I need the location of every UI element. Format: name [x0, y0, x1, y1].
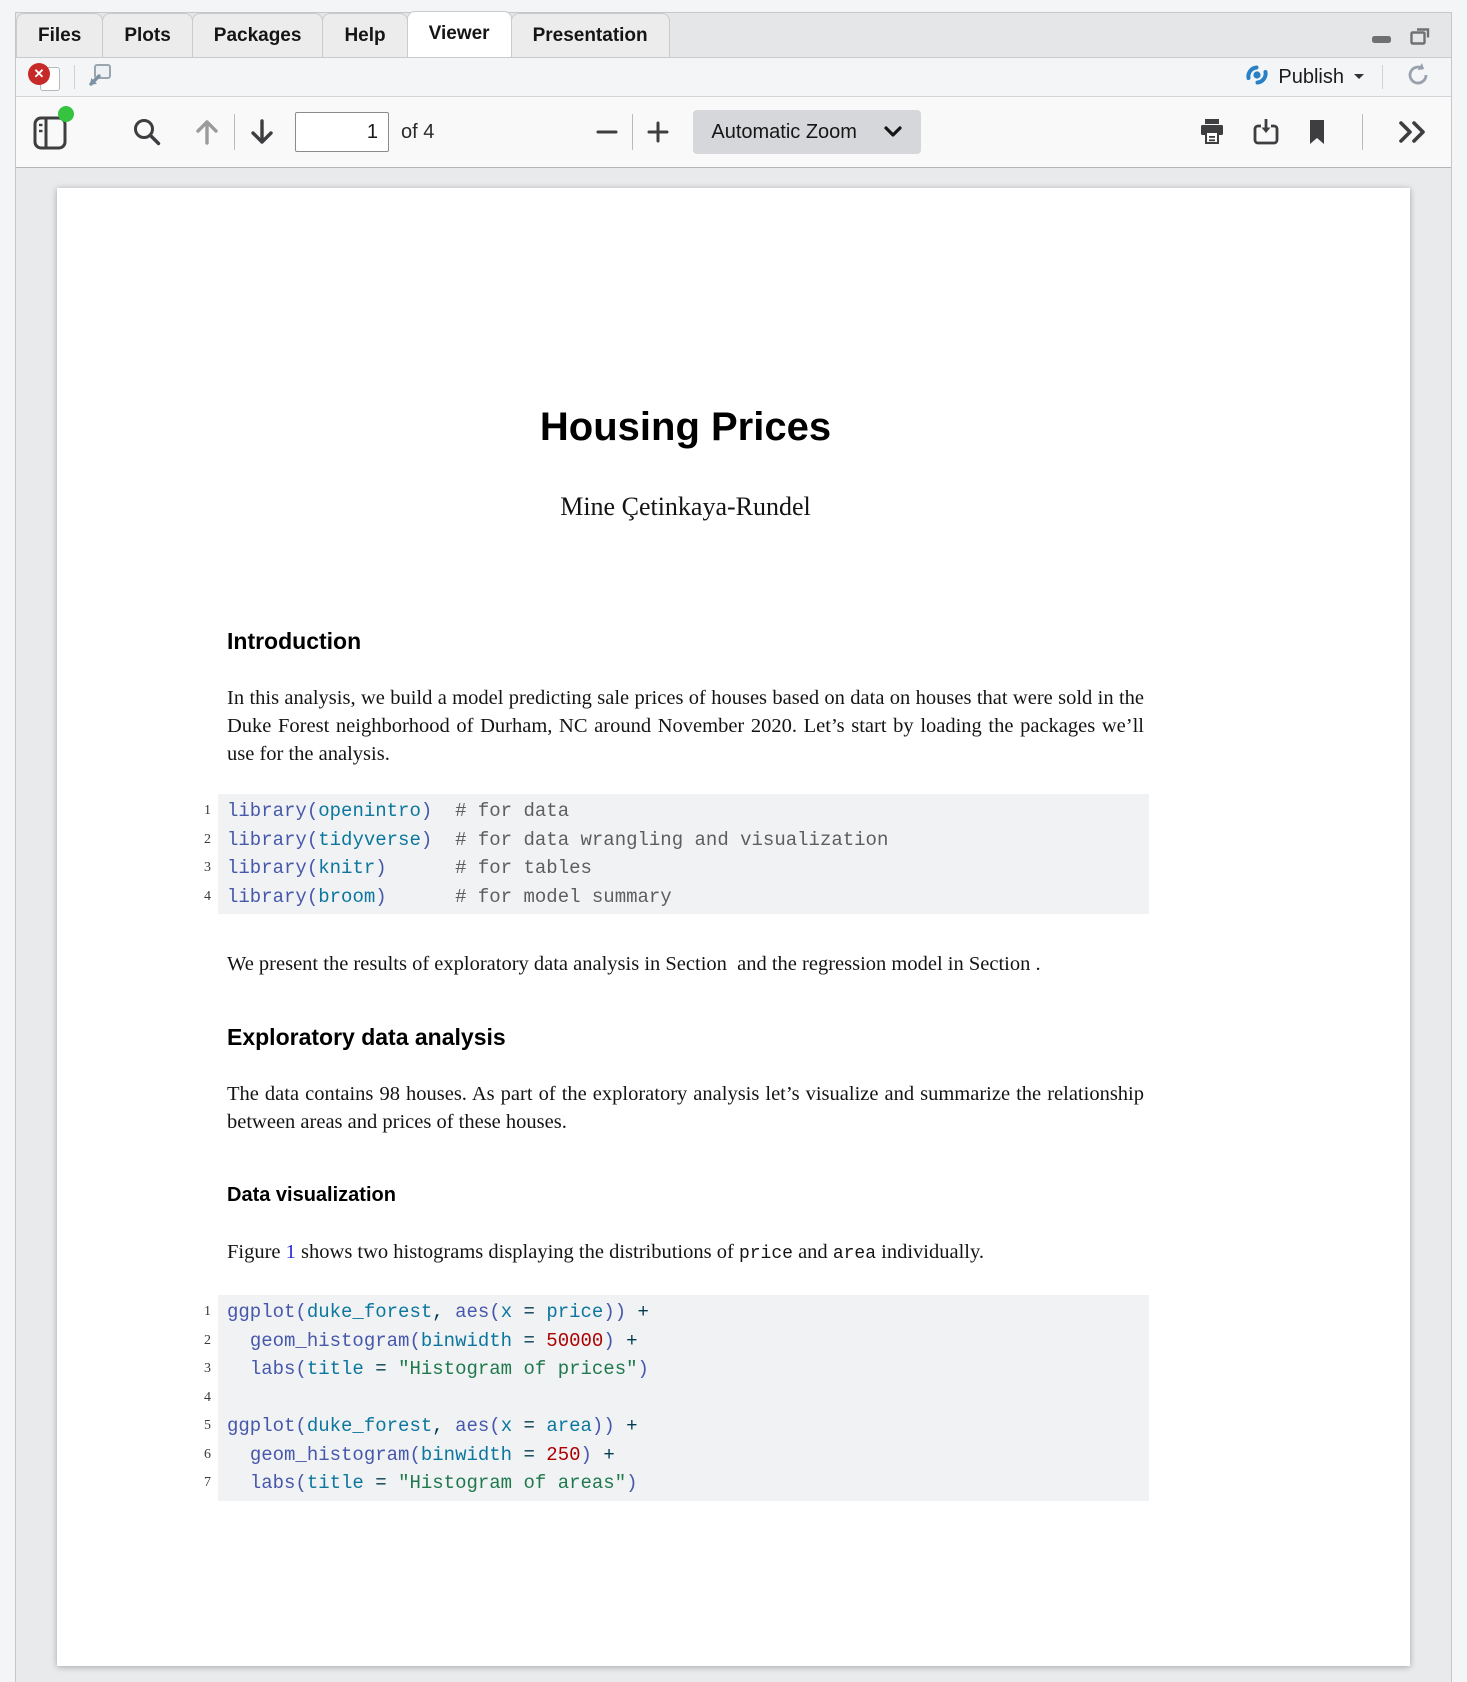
next-page-button[interactable]: [245, 115, 279, 149]
close-icon: ✕: [28, 63, 50, 85]
toolbar-separator: [1382, 65, 1383, 89]
code-line: 6 geom_histogram(binwidth = 250) +: [227, 1441, 1149, 1470]
toolbar-separator: [74, 65, 75, 89]
pdf-viewport[interactable]: Housing Prices Mine Çetinkaya-Rundel Int…: [16, 168, 1451, 1682]
code-line: 3library(knitr) # for tables: [227, 854, 1149, 883]
popout-button[interactable]: [85, 62, 113, 93]
zoom-in-button[interactable]: [643, 117, 673, 147]
tab-files[interactable]: Files: [16, 13, 103, 57]
code-line: 3 labs(title = "Histogram of prices"): [227, 1355, 1149, 1384]
code-block-ggplot: 1ggplot(duke_forest, aes(x = price)) +2 …: [218, 1295, 1149, 1501]
publish-dropdown-chevron-icon[interactable]: [1352, 68, 1366, 86]
maximize-icon[interactable]: [1408, 26, 1433, 45]
search-icon: [130, 115, 164, 149]
code-line-number: 4: [177, 883, 211, 912]
code-line: 4library(broom) # for model summary: [227, 883, 1149, 912]
tab-presentation[interactable]: Presentation: [511, 13, 670, 57]
section-heading-eda: Exploratory data analysis: [227, 1022, 1144, 1052]
toolbar-separator: [234, 114, 235, 150]
refresh-button[interactable]: [1403, 60, 1433, 95]
code-line-number: 7: [177, 1469, 211, 1498]
document-title: Housing Prices: [227, 403, 1144, 451]
minimize-icon[interactable]: [1369, 26, 1394, 45]
popout-icon: [85, 62, 113, 93]
code-block-libraries: 1library(openintro) # for data2library(t…: [218, 794, 1149, 914]
zoom-in-icon: [643, 117, 673, 147]
pdf-toolbar: of 4 Automatic Zoom: [16, 97, 1451, 168]
code-line: 7 labs(title = "Histogram of areas"): [227, 1469, 1149, 1498]
pane-window-controls: [1369, 26, 1433, 45]
publish-icon: [1244, 62, 1270, 93]
page-count-label: of 4: [401, 121, 434, 144]
zoom-level-select[interactable]: Automatic Zoom: [693, 110, 921, 154]
sidebar-badge-dot: [58, 106, 74, 122]
introduction-paragraph: In this analysis, we build a model predi…: [227, 684, 1144, 768]
print-icon: [1196, 116, 1228, 148]
code-line-number: 3: [177, 1355, 211, 1384]
section-heading-introduction: Introduction: [227, 626, 1144, 656]
zoom-controls: Automatic Zoom: [592, 110, 921, 154]
code-line: 1ggplot(duke_forest, aes(x = price)) +: [227, 1298, 1149, 1327]
document-author: Mine Çetinkaya-Rundel: [227, 491, 1144, 523]
tab-plots[interactable]: Plots: [102, 13, 192, 57]
present-paragraph: We present the results of exploratory da…: [227, 950, 1144, 978]
print-button[interactable]: [1196, 116, 1228, 148]
download-button[interactable]: [1250, 116, 1282, 148]
publish-button[interactable]: Publish: [1244, 62, 1366, 93]
publish-label: Publish: [1278, 66, 1344, 89]
subsection-heading-data-visualization: Data visualization: [227, 1182, 1144, 1208]
figure-reference-paragraph: Figure 1 shows two histograms displaying…: [227, 1238, 1144, 1268]
code-line-number: 4: [177, 1384, 211, 1413]
code-line-number: 5: [177, 1412, 211, 1441]
eda-paragraph: The data contains 98 houses. As part of …: [227, 1080, 1144, 1136]
refresh-icon: [1403, 60, 1433, 95]
tab-viewer[interactable]: Viewer: [407, 11, 512, 57]
tab-help[interactable]: Help: [322, 13, 407, 57]
page-up-icon: [190, 115, 224, 149]
code-line-number: 2: [177, 1327, 211, 1356]
toolbar-separator: [1362, 114, 1363, 150]
code-line: 2 geom_histogram(binwidth = 50000) +: [227, 1327, 1149, 1356]
page-down-icon: [245, 115, 279, 149]
tab-packages[interactable]: Packages: [192, 13, 324, 57]
toolbar-separator: [632, 114, 633, 150]
find-button[interactable]: [130, 115, 164, 149]
chevron-down-icon: [883, 125, 903, 139]
code-line-number: 1: [177, 1298, 211, 1327]
code-line-number: 3: [177, 854, 211, 883]
zoom-out-icon: [592, 117, 622, 147]
figure-link[interactable]: 1: [286, 1241, 296, 1263]
more-tools-button[interactable]: [1395, 117, 1431, 147]
more-tools-icon: [1395, 117, 1431, 147]
code-line-number: 2: [177, 826, 211, 855]
bookmark-icon: [1304, 117, 1330, 147]
toggle-sidebar-button[interactable]: [32, 113, 68, 151]
pane-tab-bar: Files Plots Packages Help Viewer Present…: [16, 13, 1451, 58]
page-number-input[interactable]: [295, 112, 389, 152]
bookmark-button[interactable]: [1304, 117, 1330, 147]
viewer-toolbar: ✕ Publish: [16, 58, 1451, 97]
code-line: 4: [227, 1384, 1149, 1413]
zoom-level-label: Automatic Zoom: [711, 121, 857, 144]
zoom-out-button[interactable]: [592, 117, 622, 147]
pdf-toolbar-right: [1196, 114, 1431, 150]
code-line: 1library(openintro) # for data: [227, 797, 1149, 826]
pdf-page: Housing Prices Mine Çetinkaya-Rundel Int…: [57, 188, 1410, 1666]
clear-viewer-button[interactable]: ✕: [28, 62, 64, 92]
code-line: 2library(tidyverse) # for data wrangling…: [227, 826, 1149, 855]
previous-page-button[interactable]: [190, 115, 224, 149]
download-icon: [1250, 116, 1282, 148]
code-line: 5ggplot(duke_forest, aes(x = area)) +: [227, 1412, 1149, 1441]
code-line-number: 6: [177, 1441, 211, 1470]
code-line-number: 1: [177, 797, 211, 826]
viewer-pane: Files Plots Packages Help Viewer Present…: [15, 12, 1452, 1682]
